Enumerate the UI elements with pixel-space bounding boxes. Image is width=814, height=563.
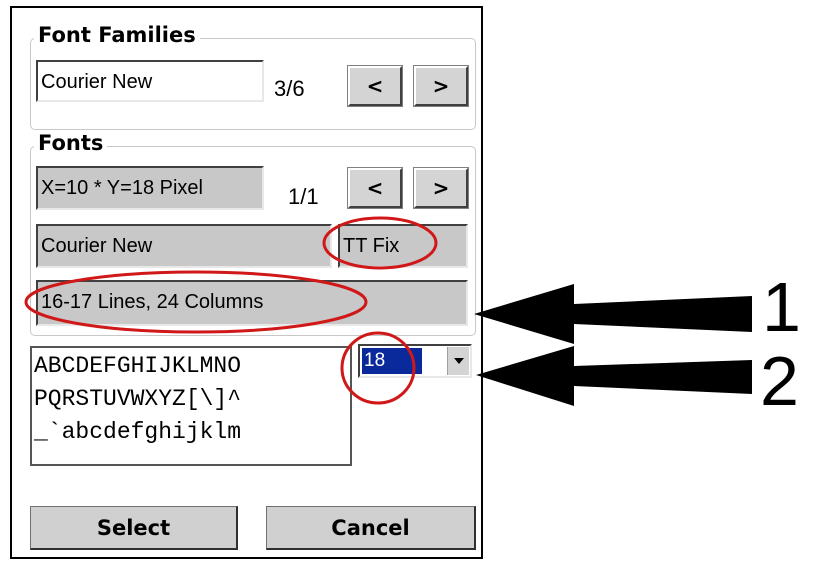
callout-number-2: 2 <box>760 342 799 420</box>
font-size-combo-value[interactable]: 18 <box>362 348 422 374</box>
font-size-counter: 1/1 <box>288 184 319 209</box>
screenshot-stage: Font Families Courier New 3/6 < > Fonts … <box>0 0 814 563</box>
preview-line: PQRSTUVWXYZ[\]^ <box>34 386 242 412</box>
font-family-prev-button[interactable]: < <box>347 65 403 107</box>
font-size-combobox[interactable]: 18 <box>358 344 472 378</box>
font-family-field[interactable]: Courier New <box>36 60 264 102</box>
cancel-button[interactable]: Cancel <box>266 506 476 550</box>
callout-number-1: 1 <box>762 268 801 346</box>
select-button[interactable]: Select <box>30 506 238 550</box>
font-size-prev-button[interactable]: < <box>347 167 403 209</box>
font-families-title: Font Families <box>34 22 200 48</box>
dropdown-arrow-glyph <box>453 358 464 364</box>
font-dimensions-field: 16-17 Lines, 24 Columns <box>36 280 468 326</box>
font-size-field[interactable]: X=10 * Y=18 Pixel <box>36 166 264 210</box>
arrow-2-icon <box>476 346 752 406</box>
font-size-next-button[interactable]: > <box>413 167 469 209</box>
fonts-title: Fonts <box>34 130 108 156</box>
font-family-next-button[interactable]: > <box>413 65 469 107</box>
font-dialog: Font Families Courier New 3/6 < > Fonts … <box>10 6 483 559</box>
font-family-counter: 3/6 <box>274 76 305 101</box>
font-type-field: TT Fix <box>338 224 468 268</box>
chevron-down-icon[interactable] <box>447 347 469 375</box>
preview-line: _`abcdefghijklm <box>34 419 242 445</box>
arrow-1-icon <box>474 284 752 344</box>
font-preview-box: ABCDEFGHIJKLMNO PQRSTUVWXYZ[\]^ _`abcdefgh… <box>30 346 352 466</box>
preview-line: ABCDEFGHIJKLMNO <box>34 353 242 379</box>
font-name-field: Courier New <box>36 224 332 268</box>
